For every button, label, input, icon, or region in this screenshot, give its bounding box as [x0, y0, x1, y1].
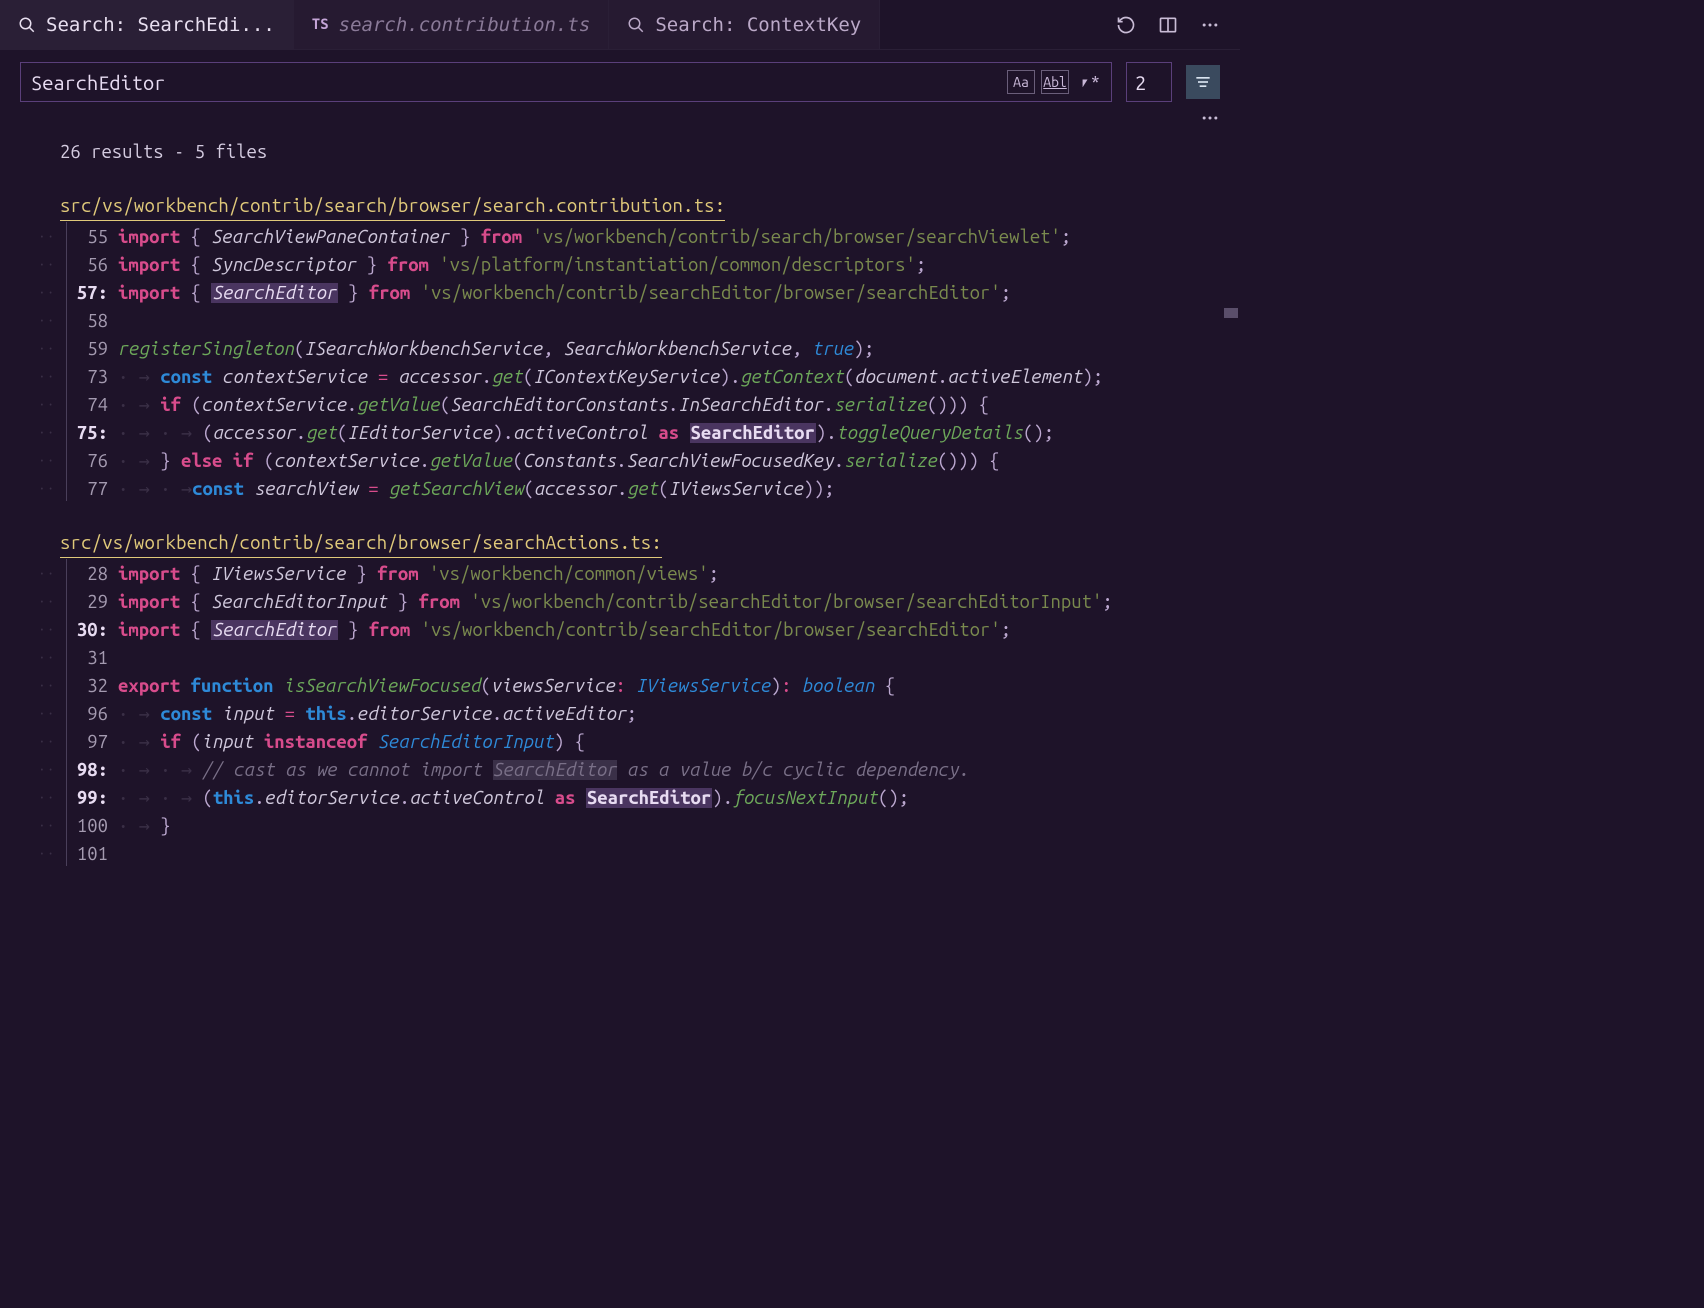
code-line[interactable]: ··32export function isSearchViewFocused(… — [0, 672, 1240, 700]
code-line[interactable]: ··57:import { SearchEditor } from 'vs/wo… — [0, 279, 1240, 307]
more-icon[interactable] — [1200, 108, 1220, 128]
code-line[interactable]: ··96· → const input = this.editorService… — [0, 700, 1240, 728]
ts-icon: TS — [312, 17, 329, 33]
tab-label: search.contribution.ts — [339, 14, 591, 36]
tabbar-actions — [1116, 15, 1240, 35]
code-line[interactable]: ··74· → if (contextService.getValue(Sear… — [0, 391, 1240, 419]
tab-search-editor[interactable]: Search: SearchEdi... — [0, 0, 294, 49]
context-lines-input[interactable] — [1126, 62, 1172, 102]
code-line[interactable]: ··30:import { SearchEditor } from 'vs/wo… — [0, 616, 1240, 644]
tab-label: Search: ContextKey — [655, 14, 861, 36]
code-line[interactable]: ··75:· → · → (accessor.get(IEditorServic… — [0, 419, 1240, 447]
code-line[interactable]: ··97· → if (input instanceof SearchEdito… — [0, 728, 1240, 756]
refresh-icon[interactable] — [1116, 15, 1136, 35]
code-line[interactable]: ··28import { IViewsService } from 'vs/wo… — [0, 560, 1240, 588]
search-icon — [627, 16, 645, 34]
search-input[interactable] — [31, 71, 1007, 94]
code-line[interactable]: ··98:· → · → // cast as we cannot import… — [0, 756, 1240, 784]
toggle-filters-icon[interactable] — [1186, 65, 1220, 99]
code-line[interactable]: ··76· → } else if (contextService.getVal… — [0, 447, 1240, 475]
search-results: 26 results - 5 files src/vs/workbench/co… — [0, 132, 1240, 868]
whole-word-icon[interactable]: Abl — [1041, 70, 1069, 94]
search-icon — [18, 16, 36, 34]
code-line[interactable]: ··59registerSingleton(ISearchWorkbenchSe… — [0, 335, 1240, 363]
match-case-icon[interactable]: Aa — [1007, 70, 1035, 94]
code-line[interactable]: ··29import { SearchEditorInput } from 'v… — [0, 588, 1240, 616]
tab-search-contextkey[interactable]: Search: ContextKey — [609, 0, 880, 49]
search-input-wrap: Aa Abl ⎖* — [20, 62, 1112, 102]
split-editor-icon[interactable] — [1158, 15, 1178, 35]
tab-label: Search: SearchEdi... — [46, 14, 275, 36]
tab-bar: Search: SearchEdi... TS search.contribut… — [0, 0, 1240, 50]
search-row: Aa Abl ⎖* — [0, 50, 1240, 108]
code-line[interactable]: ··100· → } — [0, 812, 1240, 840]
more-icon[interactable] — [1200, 15, 1220, 35]
code-line[interactable]: ··73· → const contextService = accessor.… — [0, 363, 1240, 391]
file-result: src/vs/workbench/contrib/search/browser/… — [0, 529, 1240, 868]
code-line[interactable]: ··55import { SearchViewPaneContainer } f… — [0, 223, 1240, 251]
code-line[interactable]: ··58 — [0, 307, 1240, 335]
code-line[interactable]: ··77· → · →const searchView = getSearchV… — [0, 475, 1240, 503]
regex-icon[interactable]: ⎖* — [1075, 70, 1103, 94]
tab-ts-file[interactable]: TS search.contribution.ts — [294, 0, 610, 49]
code-line[interactable]: ··31 — [0, 644, 1240, 672]
more-actions-row — [0, 108, 1240, 132]
search-options: Aa Abl ⎖* — [1007, 70, 1103, 94]
code-line[interactable]: ··56import { SyncDescriptor } from 'vs/p… — [0, 251, 1240, 279]
results-summary: 26 results - 5 files — [0, 138, 1240, 166]
code-line[interactable]: ··101 — [0, 840, 1240, 868]
file-path[interactable]: src/vs/workbench/contrib/search/browser/… — [60, 529, 662, 558]
file-path[interactable]: src/vs/workbench/contrib/search/browser/… — [60, 192, 725, 221]
code-line[interactable]: ··99:· → · → (this.editorService.activeC… — [0, 784, 1240, 812]
file-result: src/vs/workbench/contrib/search/browser/… — [0, 192, 1240, 503]
